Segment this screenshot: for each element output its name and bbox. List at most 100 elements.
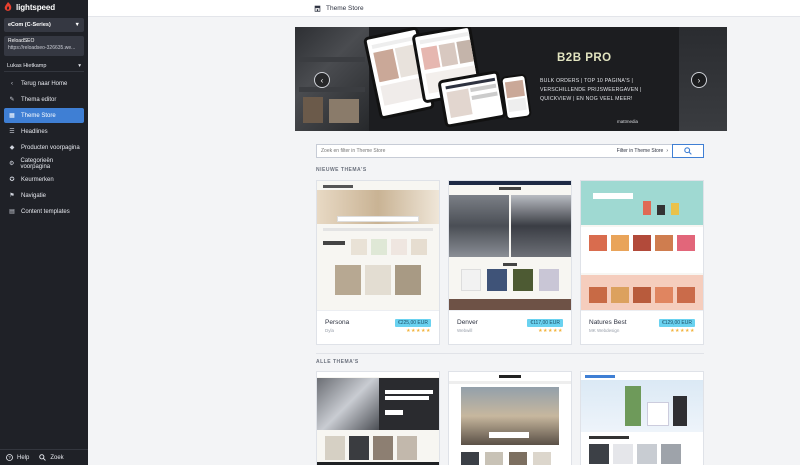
- site-url: https://reloadseo-326635.we...: [8, 45, 76, 51]
- user-name: Lukas Hietkamp: [7, 62, 47, 69]
- theme-card[interactable]: [448, 371, 572, 465]
- search-field: Filter in Theme Store ›: [316, 144, 672, 158]
- price-badge: €225,00 EUR: [394, 319, 431, 327]
- theme-preview: [581, 372, 703, 465]
- caret-down-icon: ▼: [74, 22, 80, 28]
- help-button[interactable]: ? Help: [6, 454, 29, 461]
- tag-icon: ◆: [9, 145, 15, 151]
- section-heading-new: NIEUWE THEMA'S: [316, 167, 367, 173]
- carousel-next-button[interactable]: ›: [691, 72, 707, 88]
- chevron-left-icon: ‹: [320, 75, 324, 85]
- brand-name: lightspeed: [16, 2, 56, 12]
- section-divider: [316, 353, 704, 354]
- search-icon: [684, 147, 692, 155]
- sidebar-item-label: Navigatie: [21, 192, 47, 199]
- theme-card-info: Natures Best MK Webdesign €129,00 EUR ★★…: [581, 311, 703, 344]
- banner-line: QUICKVIEW | EN NOG VEEL MEER!: [540, 96, 633, 102]
- banner-line: BULK ORDERS | TOP 10 PAGINA'S |: [540, 78, 634, 84]
- sidebar-item-theme-store[interactable]: ▦ Theme Store: [4, 108, 84, 123]
- theme-preview: [449, 181, 571, 311]
- banner-title: B2B PRO: [557, 52, 612, 64]
- chevron-left-icon: ‹: [11, 80, 13, 87]
- sidebar-item-label: Headlines: [21, 128, 48, 135]
- star-rating: ★★★★★: [670, 328, 695, 334]
- template-icon: ▤: [9, 209, 15, 215]
- navigation-icon: ⚑: [9, 193, 15, 199]
- svg-text:?: ?: [8, 455, 11, 460]
- price-badge: €129,00 EUR: [658, 319, 695, 327]
- banner-object: [303, 97, 323, 123]
- brush-icon: ✎: [9, 97, 15, 103]
- sidebar-item-label: Producten voorpagina: [21, 144, 80, 151]
- store-icon: [314, 5, 321, 12]
- shop-select[interactable]: eCom (C-Series) ▼: [4, 18, 84, 32]
- star-rating: ★★★★★: [406, 328, 431, 334]
- search-button[interactable]: [672, 144, 704, 158]
- top-bar: Theme Store: [88, 0, 800, 17]
- lightspeed-flame-icon: [4, 2, 12, 11]
- user-menu[interactable]: Lukas Hietkamp ▾: [4, 60, 84, 72]
- site-name: ReloadSEO: [8, 38, 35, 44]
- carousel-prev-button[interactable]: ‹: [314, 72, 330, 88]
- sidebar-item-label: Theme Store: [21, 112, 56, 119]
- theme-preview: [317, 372, 439, 465]
- banner-object: [329, 99, 359, 123]
- sidebar-item-label: Content templates: [21, 208, 70, 215]
- theme-card[interactable]: Denver Webwill €117,00 EUR ★★★★★: [448, 180, 572, 345]
- badge-icon: ✪: [9, 177, 15, 183]
- theme-card-info: Denver Webwill €117,00 EUR ★★★★★: [449, 311, 571, 344]
- featured-banner[interactable]: B2B PRO BULK ORDERS | TOP 10 PAGINA'S | …: [295, 27, 727, 131]
- sidebar-item-content-templates[interactable]: ▤ Content templates: [4, 204, 84, 219]
- main-content: B2B PRO BULK ORDERS | TOP 10 PAGINA'S | …: [88, 17, 800, 465]
- device-mockup: [500, 73, 532, 121]
- theme-card[interactable]: Persona Dyla €225,00 EUR ★★★★★: [316, 180, 440, 345]
- theme-preview: [317, 181, 439, 311]
- banner-photo: [295, 27, 369, 131]
- brand-logo[interactable]: lightspeed: [0, 0, 88, 14]
- page-title: Theme Store: [326, 4, 364, 12]
- caret-down-icon: ▾: [78, 62, 81, 69]
- search-icon: [39, 454, 47, 461]
- shop-select-label: eCom (C-Series): [8, 22, 51, 28]
- help-icon: ?: [6, 454, 13, 461]
- theme-search: Filter in Theme Store ›: [316, 144, 704, 158]
- sidebar-item-back-home[interactable]: ‹ Terug naar Home: [4, 76, 84, 91]
- banner-vendor-logo: mattmedia: [617, 119, 639, 124]
- star-rating: ★★★★★: [538, 328, 563, 334]
- theme-card[interactable]: [580, 371, 704, 465]
- category-icon: ⚙: [9, 161, 15, 167]
- search-nav-button[interactable]: Zoek: [39, 454, 64, 461]
- section-heading-all: ALLE THEMA'S: [316, 359, 359, 365]
- sidebar-item-categories-homepage[interactable]: ⚙ Categorieën voorpagina: [4, 156, 84, 171]
- list-icon: ☰: [9, 129, 15, 135]
- sidebar-item-label: Categorieën voorpagina: [20, 157, 54, 170]
- sidebar-footer: ? Help Zoek: [0, 449, 88, 465]
- theme-card[interactable]: [316, 371, 440, 465]
- banner-shelf: [299, 87, 365, 92]
- filter-dropdown[interactable]: Filter in Theme Store ›: [617, 148, 668, 154]
- chevron-right-icon: ›: [697, 75, 701, 85]
- sidebar-item-navigation[interactable]: ⚑ Navigatie: [4, 188, 84, 203]
- search-nav-label: Zoek: [50, 454, 64, 461]
- sidebar-item-label: Terug naar Home: [21, 80, 68, 87]
- sidebar-item-theme-editor[interactable]: ✎ Thema editor: [4, 92, 84, 107]
- device-mockup: [437, 69, 507, 129]
- sidebar: lightspeed eCom (C-Series) ▼ ReloadSEO h…: [0, 0, 88, 465]
- banner-shelf: [299, 57, 365, 62]
- sidebar-item-headlines[interactable]: ☰ Headlines: [4, 124, 84, 139]
- sidebar-item-badges[interactable]: ✪ Keurmerken: [4, 172, 84, 187]
- price-badge: €117,00 EUR: [527, 319, 563, 327]
- sidebar-item-label: Keurmerken: [21, 176, 54, 183]
- filter-label: Filter in Theme Store: [616, 148, 664, 154]
- site-info[interactable]: ReloadSEO https://reloadseo-326635.we...: [4, 36, 84, 56]
- theme-card[interactable]: Natures Best MK Webdesign €129,00 EUR ★★…: [580, 180, 704, 345]
- sidebar-nav: ‹ Terug naar Home ✎ Thema editor ▦ Theme…: [0, 76, 88, 219]
- banner-line: VERSCHILLENDE PRIJSWEERGAVEN |: [540, 87, 642, 93]
- sidebar-item-products-homepage[interactable]: ◆ Producten voorpagina: [4, 140, 84, 155]
- help-label: Help: [17, 454, 30, 461]
- chevron-right-icon: ›: [666, 148, 668, 154]
- theme-preview: [449, 372, 571, 465]
- store-icon: ▦: [9, 113, 15, 119]
- theme-preview: [581, 181, 703, 311]
- search-input[interactable]: [321, 148, 521, 154]
